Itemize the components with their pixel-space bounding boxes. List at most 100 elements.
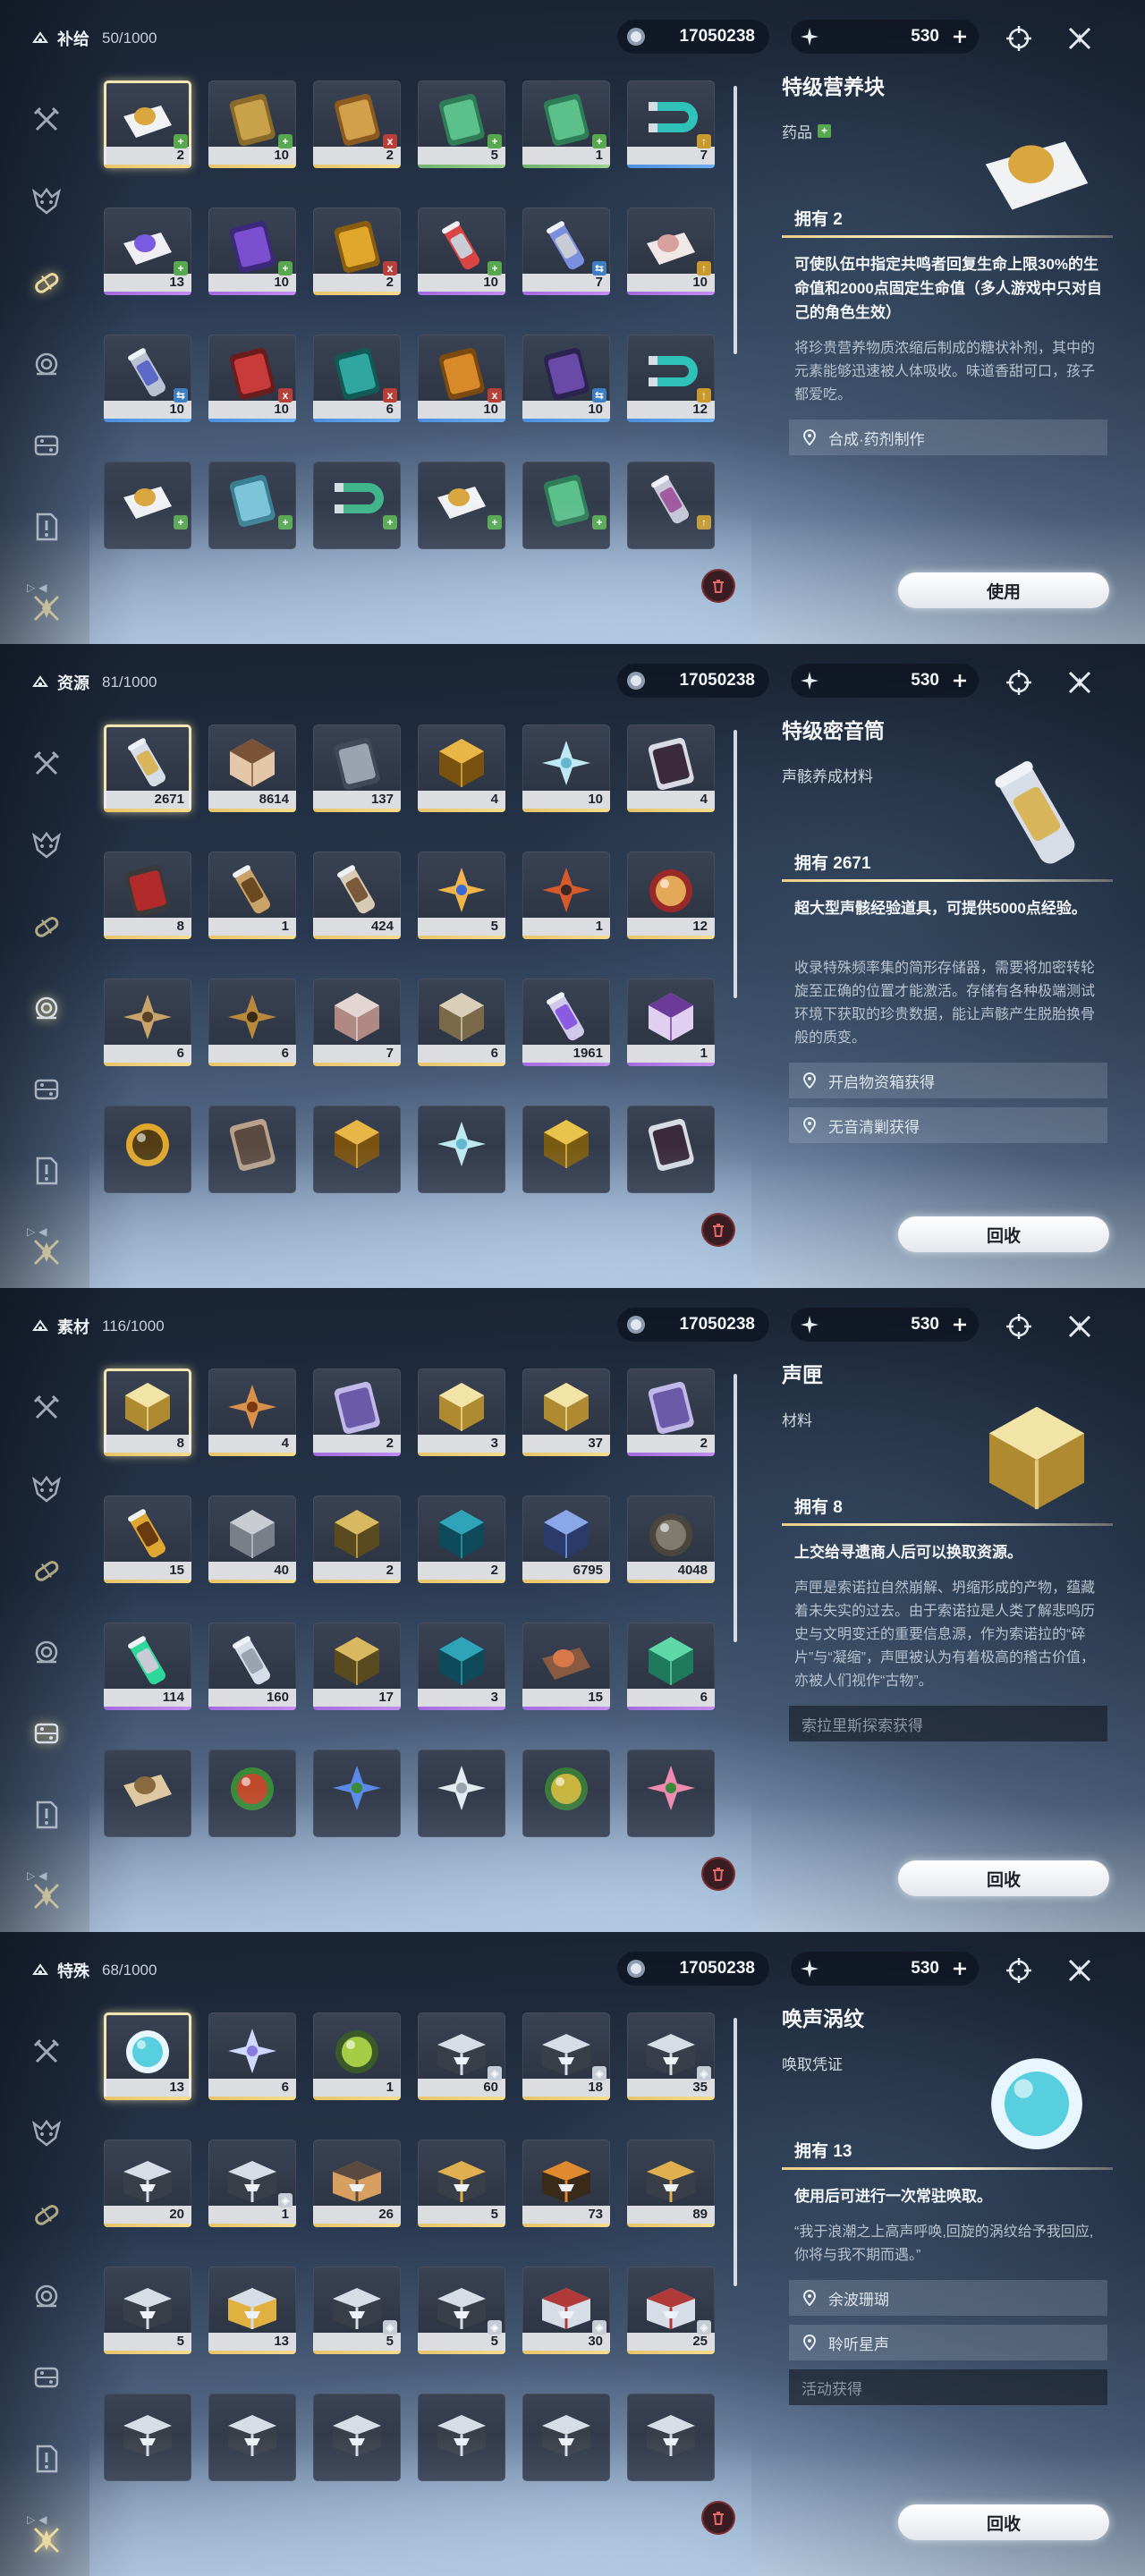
inventory-slot[interactable]: 15 (522, 1623, 610, 1710)
inventory-slot[interactable]: 2 (627, 1368, 715, 1456)
inventory-slot[interactable]: 10 ↑ (627, 208, 715, 295)
inventory-slot[interactable]: 20 (104, 2140, 191, 2227)
inventory-slot[interactable]: 89 (627, 2140, 715, 2227)
sidebar-item-materials[interactable] (20, 2336, 73, 2418)
sidebar-scroll-arrows[interactable]: ▷ ◀ (27, 2513, 47, 2526)
locate-button[interactable] (1004, 23, 1034, 54)
sidebar-item-resources[interactable] (20, 967, 73, 1048)
sidebar-item-quest[interactable] (20, 1130, 73, 1211)
sidebar-item-special[interactable] (20, 567, 73, 644)
inventory-slot[interactable]: 1 + (522, 80, 610, 168)
sidebar-item-supplies[interactable] (20, 886, 73, 967)
close-button[interactable] (1064, 23, 1095, 54)
inventory-slot[interactable]: 5 ◈ (313, 2267, 401, 2354)
inventory-slot[interactable]: 137 (313, 724, 401, 812)
inventory-slot[interactable]: 160 (208, 1623, 296, 1710)
inventory-slot[interactable]: 7 (313, 979, 401, 1066)
inventory-slot[interactable] (104, 2394, 191, 2481)
inventory-slot[interactable] (418, 1106, 505, 1193)
inventory-slot[interactable]: 1 (208, 852, 296, 939)
discard-button[interactable] (703, 1859, 734, 1889)
inventory-slot[interactable]: 1961 (522, 979, 610, 1066)
inventory-slot[interactable]: 5 (104, 2267, 191, 2354)
grid-scrollbar[interactable] (734, 2018, 737, 2286)
inventory-slot[interactable]: 8 (104, 1368, 191, 1456)
inventory-slot[interactable]: + (104, 462, 191, 549)
inventory-slot[interactable] (313, 2394, 401, 2481)
inventory-slot[interactable]: 35 ◈ (627, 2012, 715, 2100)
inventory-slot[interactable]: 37 (522, 1368, 610, 1456)
inventory-slot[interactable]: 114 (104, 1623, 191, 1710)
locate-button[interactable] (1004, 1311, 1034, 1342)
inventory-slot[interactable]: 13 (208, 2267, 296, 2354)
inventory-slot[interactable] (627, 1106, 715, 1193)
inventory-slot[interactable]: 18 ◈ (522, 2012, 610, 2100)
inventory-slot[interactable]: 6795 (522, 1496, 610, 1583)
inventory-slot[interactable] (208, 2394, 296, 2481)
sidebar-item-special[interactable] (20, 2499, 73, 2576)
inventory-slot[interactable] (208, 1106, 296, 1193)
inventory-slot[interactable]: 6x (313, 335, 401, 422)
inventory-slot[interactable]: 40 (208, 1496, 296, 1583)
inventory-slot[interactable]: 4 (627, 724, 715, 812)
sidebar-item-quest[interactable] (20, 486, 73, 567)
sidebar-item-special[interactable] (20, 1855, 73, 1932)
inventory-slot[interactable] (208, 1750, 296, 1837)
inventory-slot[interactable]: 73 (522, 2140, 610, 2227)
inventory-slot[interactable]: ↑ (627, 462, 715, 549)
inventory-slot[interactable]: 7 ⇆ (522, 208, 610, 295)
inventory-slot[interactable]: 8614 (208, 724, 296, 812)
inventory-slot[interactable]: 4 (418, 724, 505, 812)
inventory-slot[interactable]: 6 (208, 2012, 296, 2100)
source-link[interactable]: 聆听星声 (789, 2325, 1107, 2360)
grid-scrollbar[interactable] (734, 86, 737, 354)
sidebar-item-echoes[interactable] (20, 2092, 73, 2174)
inventory-slot[interactable]: 10 + (208, 80, 296, 168)
inventory-slot[interactable] (522, 1750, 610, 1837)
inventory-slot[interactable]: 2 (418, 1496, 505, 1583)
inventory-slot[interactable]: 5 (418, 2140, 505, 2227)
inventory-slot[interactable]: 10 (522, 724, 610, 812)
sidebar-item-resources[interactable] (20, 1611, 73, 1692)
inventory-slot[interactable]: 2671 (104, 724, 191, 812)
inventory-slot[interactable] (418, 1750, 505, 1837)
add-stamina-button[interactable] (948, 1313, 971, 1336)
sidebar-item-resources[interactable] (20, 2255, 73, 2336)
source-link[interactable]: 无音清剿获得 (789, 1107, 1107, 1143)
sidebar-item-resources[interactable] (20, 323, 73, 404)
inventory-slot[interactable]: 10 + (418, 208, 505, 295)
inventory-slot[interactable]: 10 x (418, 335, 505, 422)
sidebar-item-supplies[interactable] (20, 2174, 73, 2255)
inventory-slot[interactable] (104, 1106, 191, 1193)
add-stamina-button[interactable] (948, 25, 971, 48)
inventory-slot[interactable]: 10 x (208, 335, 296, 422)
close-button[interactable] (1064, 1311, 1095, 1342)
inventory-slot[interactable]: 2 (313, 1496, 401, 1583)
locate-button[interactable] (1004, 667, 1034, 698)
inventory-slot[interactable] (104, 1750, 191, 1837)
inventory-slot[interactable]: 30 ◈ (522, 2267, 610, 2354)
discard-button[interactable] (703, 1215, 734, 1245)
sidebar-item-supplies[interactable] (20, 242, 73, 323)
inventory-slot[interactable]: + (522, 462, 610, 549)
inventory-slot[interactable]: 6 (208, 979, 296, 1066)
primary-action-button[interactable]: 使用 (898, 572, 1109, 608)
inventory-slot[interactable]: 10 ⇆ (104, 335, 191, 422)
inventory-slot[interactable]: 5 + (418, 80, 505, 168)
inventory-slot[interactable]: 1 (627, 979, 715, 1066)
inventory-slot[interactable]: 6 (627, 1623, 715, 1710)
inventory-slot[interactable]: + (418, 462, 505, 549)
inventory-slot[interactable]: 8 (104, 852, 191, 939)
inventory-slot[interactable]: 5 (418, 852, 505, 939)
inventory-slot[interactable]: 17 (313, 1623, 401, 1710)
sidebar-item-materials[interactable] (20, 1692, 73, 1774)
grid-scrollbar[interactable] (734, 730, 737, 998)
grid-scrollbar[interactable] (734, 1374, 737, 1642)
inventory-slot[interactable]: 2 (313, 1368, 401, 1456)
primary-action-button[interactable]: 回收 (898, 1860, 1109, 1896)
sidebar-item-echoes[interactable] (20, 1448, 73, 1530)
inventory-slot[interactable]: + (313, 462, 401, 549)
inventory-slot[interactable]: 10 + (208, 208, 296, 295)
inventory-slot[interactable] (313, 1750, 401, 1837)
sidebar-item-quest[interactable] (20, 1774, 73, 1855)
